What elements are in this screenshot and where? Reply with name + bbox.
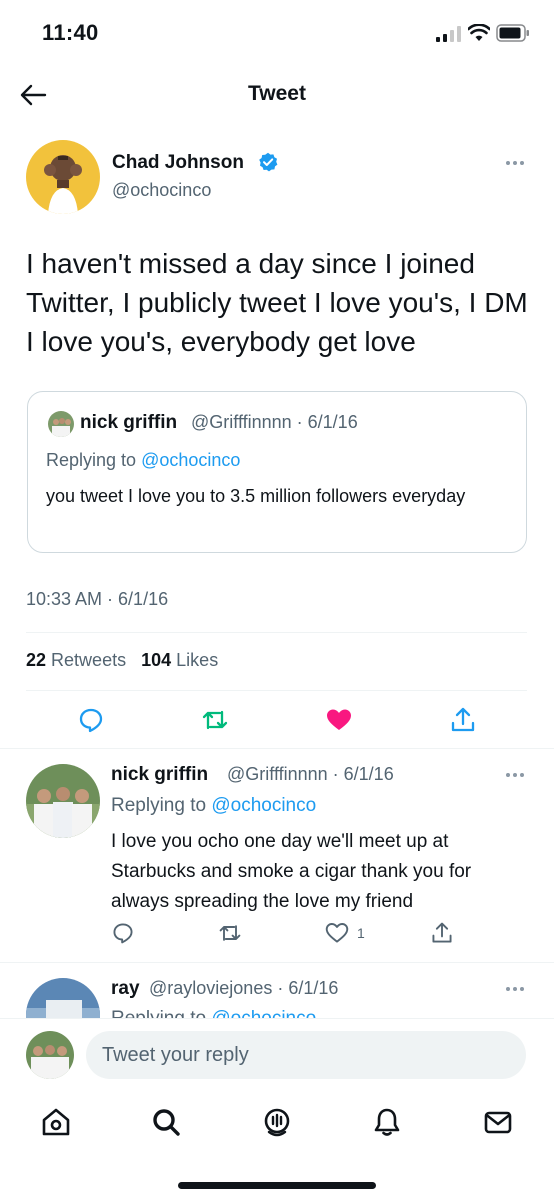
reply-compose-bar (0, 1018, 554, 1094)
cellular-signal-icon (436, 26, 461, 42)
reply-like-count: 1 (357, 925, 365, 941)
avatar-image (26, 1031, 74, 1079)
replying-prefix: Replying to (46, 450, 142, 470)
replying-handle-link[interactable]: @ochocinco (211, 795, 316, 816)
divider (26, 690, 527, 691)
author-name[interactable]: Chad Johnson (112, 152, 244, 174)
reply-author-name[interactable]: nick griffin (111, 764, 208, 786)
quoted-tweet-card[interactable]: nick griffin @Grifffinnnn · 6/1/16 Reply… (27, 391, 527, 553)
retweet-count: 22 (26, 650, 47, 670)
author-handle[interactable]: @ochocinco (112, 180, 211, 201)
quoted-author-name: nick griffin (80, 412, 178, 433)
messages-icon[interactable] (482, 1106, 514, 1138)
quoted-tweet-text: you tweet I love you to 3.5 million foll… (46, 486, 466, 506)
top-nav: Tweet (0, 66, 554, 124)
retweet-icon[interactable] (218, 921, 242, 945)
status-bar: 11:40 (0, 0, 554, 66)
search-icon[interactable] (150, 1106, 182, 1138)
reply-author-avatar[interactable] (26, 764, 100, 838)
page-title: Tweet (248, 82, 306, 105)
reply-icon[interactable] (77, 706, 105, 734)
quoted-author-handle-date: @Grifffinnnn · 6/1/16 (191, 412, 358, 432)
heart-filled-icon[interactable] (325, 706, 353, 734)
reply-input[interactable] (86, 1031, 526, 1079)
quoted-author-avatar (48, 411, 74, 437)
reply-author-handle-date: @Grifffinnnn · 6/1/16 (227, 764, 394, 784)
spaces-icon[interactable] (261, 1106, 293, 1138)
wifi-icon (468, 24, 490, 41)
retweets-stat[interactable]: 22 Retweets (26, 650, 126, 670)
replying-handle-link[interactable]: @ochocinco (141, 450, 240, 470)
divider (26, 632, 527, 633)
replying-prefix: Replying to (111, 795, 212, 816)
verified-badge-icon (259, 152, 278, 172)
divider (0, 962, 554, 963)
like-count: 104 (141, 650, 172, 670)
reply-icon[interactable] (111, 921, 135, 945)
retweets-label: Retweets (51, 650, 127, 670)
retweet-icon[interactable] (201, 706, 229, 734)
more-options-icon[interactable] (500, 156, 530, 170)
reply-replying-to: Replying to @ochocinco (111, 795, 316, 817)
share-icon[interactable] (430, 921, 454, 945)
more-options-icon[interactable] (500, 768, 530, 782)
divider (0, 748, 554, 749)
reply-text: I love you ocho one day we'll meet up at… (111, 831, 472, 912)
share-icon[interactable] (449, 706, 477, 734)
battery-icon (496, 24, 529, 42)
notifications-icon[interactable] (371, 1106, 403, 1138)
home-icon[interactable] (40, 1106, 72, 1138)
reply-author-handle-date: @rayloviejones · 6/1/16 (149, 978, 339, 998)
current-user-avatar[interactable] (26, 1031, 74, 1079)
avatar-image (48, 411, 74, 437)
tweet-text: I haven't missed a day since I joined Tw… (26, 248, 528, 357)
more-options-icon[interactable] (500, 982, 530, 996)
home-indicator[interactable] (178, 1182, 376, 1189)
avatar-image (26, 140, 100, 214)
avatar-image (26, 764, 100, 838)
author-avatar[interactable] (26, 140, 100, 214)
heart-outline-icon[interactable] (325, 921, 349, 945)
likes-stat[interactable]: 104 Likes (141, 650, 218, 670)
tweet-stats: 22 Retweets 104 Likes (26, 650, 218, 671)
likes-label: Likes (176, 650, 219, 670)
status-time: 11:40 (42, 20, 99, 45)
quoted-replying-to: Replying to @ochocinco (46, 450, 240, 471)
tweet-timestamp: 10:33 AM · 6/1/16 (26, 589, 169, 609)
reply-author-name[interactable]: ray (111, 978, 140, 1000)
